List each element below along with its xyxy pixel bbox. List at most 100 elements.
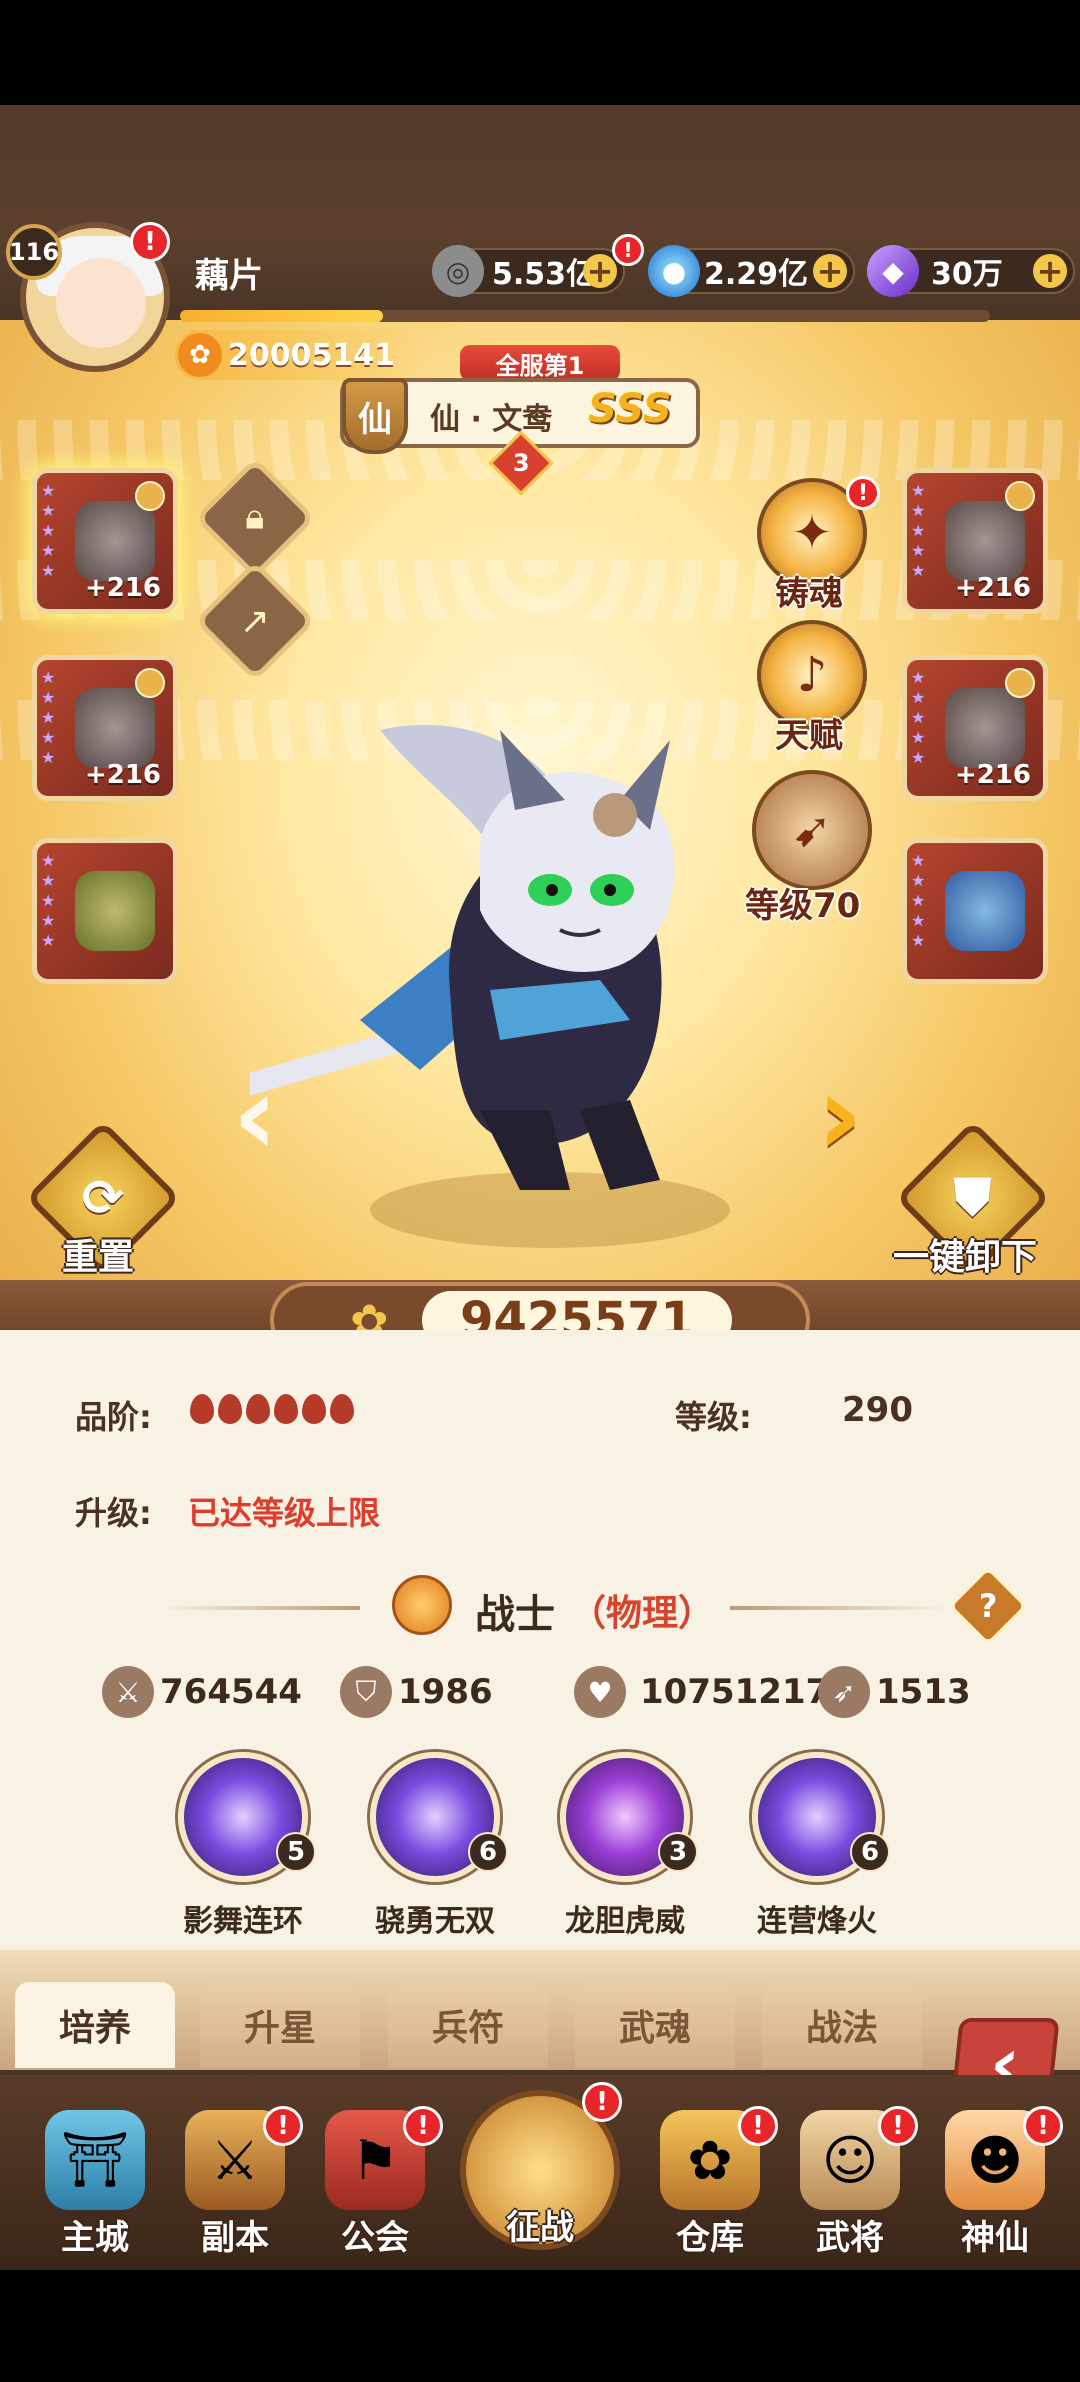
status-bar-area (0, 0, 1080, 105)
hero-character[interactable] (250, 690, 850, 1270)
alert-icon: ! (263, 2106, 303, 2146)
share-icon: ↗ (239, 600, 271, 642)
nav-warehouse[interactable]: ✿ 仓库 ! (640, 2106, 780, 2270)
equipment-slot-right-1[interactable]: ★ ★ ★ ★ ★ +216 (902, 468, 1048, 614)
nav-dungeon[interactable]: ⚔ 副本 ! (165, 2106, 305, 2270)
skill-level: 6 (850, 1832, 890, 1872)
equipment-slot-right-3[interactable]: ★ ★ ★ ★ ★ (902, 838, 1048, 984)
player-name: 藕片 (195, 256, 263, 296)
speed-value: 1513 (876, 1672, 971, 1712)
currency-value: 5.53亿 (492, 257, 597, 292)
hero-grade: SSS (588, 386, 672, 432)
equipment-bonus: +216 (84, 573, 161, 603)
alert-icon: ! (403, 2106, 443, 2146)
tab-troop-token[interactable]: 兵符 (388, 1982, 548, 2068)
alert-icon: ! (582, 2082, 622, 2122)
xp-bar-fill (180, 310, 383, 322)
skill-level: 5 (276, 1832, 316, 1872)
equipment-bonus: +216 (954, 573, 1031, 603)
equipment-bonus: +216 (84, 760, 161, 790)
crystal-icon: ◆ (867, 245, 919, 297)
defense-value: 1986 (398, 1672, 493, 1712)
drop-icon (330, 1394, 354, 1424)
star-rating: ★ ★ ★ ★ ★ (911, 481, 926, 580)
armor-icon (945, 501, 1025, 581)
sword-icon: ⚔ (102, 1666, 154, 1718)
paw-icon: ✿ (178, 333, 222, 377)
skill-level: 6 (468, 1832, 508, 1872)
equipment-slot-left-3[interactable]: ★ ★ ★ ★ ★ (32, 838, 178, 984)
divider (730, 1606, 950, 1610)
level-value: 290 (842, 1390, 913, 1430)
refresh-icon: ⟳ (82, 1169, 124, 1227)
next-hero-arrow[interactable]: › (800, 1060, 880, 1180)
rank-chip-icon (1005, 481, 1035, 511)
alert-icon: ! (130, 222, 170, 262)
rank-chip-icon (1005, 668, 1035, 698)
skill-name: 骁勇无双 (375, 1904, 495, 1939)
upgrade-label: 升级: (75, 1494, 152, 1532)
skill-name: 龙胆虎威 (565, 1904, 685, 1939)
currency-value: 2.29亿 (704, 257, 809, 292)
nav-main-city[interactable]: ⛩ 主城 (25, 2110, 165, 2270)
attack-value: 764544 (160, 1672, 302, 1712)
rank-chip-icon (135, 481, 165, 511)
warrior-class-icon (392, 1575, 452, 1635)
soul-forge-icon: ✦ (791, 505, 833, 561)
add-coin-button[interactable]: + (583, 252, 617, 290)
nav-immortals[interactable]: ☻ 神仙 ! (925, 2106, 1065, 2270)
avatar-face (56, 258, 146, 348)
armor-icon (945, 688, 1025, 768)
nav-label: 副本 (201, 2218, 269, 2258)
nav-label: 仓库 (676, 2218, 744, 2258)
class-damage-type: （物理） (570, 1593, 715, 1634)
nav-label: 公会 (341, 2218, 409, 2258)
soul-forge-label: 铸魂 (775, 574, 843, 614)
tab-cultivate[interactable]: 培养 (15, 1982, 175, 2068)
skill-name: 连营烽火 (757, 1904, 877, 1939)
hero-star-count: 3 (512, 448, 530, 477)
star-rating: ★ ★ ★ ★ ★ (911, 668, 926, 767)
skill-level: 3 (658, 1832, 698, 1872)
nav-label: 征战 (506, 2208, 574, 2248)
alert-icon: ! (1023, 2106, 1063, 2146)
nav-campaign[interactable]: 征战 ! (452, 2060, 628, 2270)
star-rating: ★ ★ ★ ★ ★ (41, 851, 56, 950)
nav-generals[interactable]: ☺ 武将 ! (780, 2106, 920, 2270)
equipment-slot-left-2[interactable]: ★ ★ ★ ★ ★ +216 (32, 655, 178, 801)
alert-icon: ! (878, 2106, 918, 2146)
star-rating: ★ ★ ★ ★ ★ (911, 851, 926, 950)
equipment-slot-left-1[interactable]: ★ ★ ★ ★ ★ +216 (32, 468, 178, 614)
tab-tactics[interactable]: 战法 (762, 1982, 922, 2068)
server-rank-tag: 全服第1 (460, 345, 620, 381)
upgrade-status: 已达等级上限 (188, 1494, 381, 1532)
help-icon: ? (978, 1587, 998, 1625)
add-crystal-button[interactable]: + (1033, 252, 1067, 290)
alert-icon: ! (612, 234, 644, 266)
jade-seal-icon (75, 871, 155, 951)
class-name: 战士 (475, 1592, 555, 1638)
add-gem-button[interactable]: + (813, 252, 847, 290)
boot-icon: ➶ (818, 1666, 870, 1718)
tab-star-up[interactable]: 升星 (200, 1982, 360, 2068)
nav-guild[interactable]: ⚑ 公会 ! (305, 2106, 445, 2270)
currency-crystal: ◆ 30万 + (867, 245, 1075, 297)
hero-info-panel (0, 1330, 1080, 1955)
armor-icon (75, 501, 155, 581)
heart-icon: ♥ (574, 1666, 626, 1718)
castle-icon: ⛩ (45, 2110, 145, 2210)
currency-coin: ◎ 5.53亿 + (432, 245, 625, 297)
player-level-badge: 116 (6, 224, 62, 280)
tab-war-soul[interactable]: 武魂 (575, 1982, 735, 2068)
star-rating: ★ ★ ★ ★ ★ (41, 668, 56, 767)
coin-icon: ◎ (432, 245, 484, 297)
divider (160, 1606, 360, 1610)
hero-class-badge: 仙 (342, 378, 408, 454)
quality-label: 品阶: (75, 1398, 152, 1436)
equipment-slot-right-2[interactable]: ★ ★ ★ ★ ★ +216 (902, 655, 1048, 801)
shield-icon: ⛉ (340, 1666, 392, 1718)
previous-hero-arrow[interactable]: ‹ (220, 1060, 290, 1180)
nav-label: 神仙 (961, 2218, 1029, 2258)
gourd-icon (945, 871, 1025, 951)
rank-chip-icon (135, 668, 165, 698)
